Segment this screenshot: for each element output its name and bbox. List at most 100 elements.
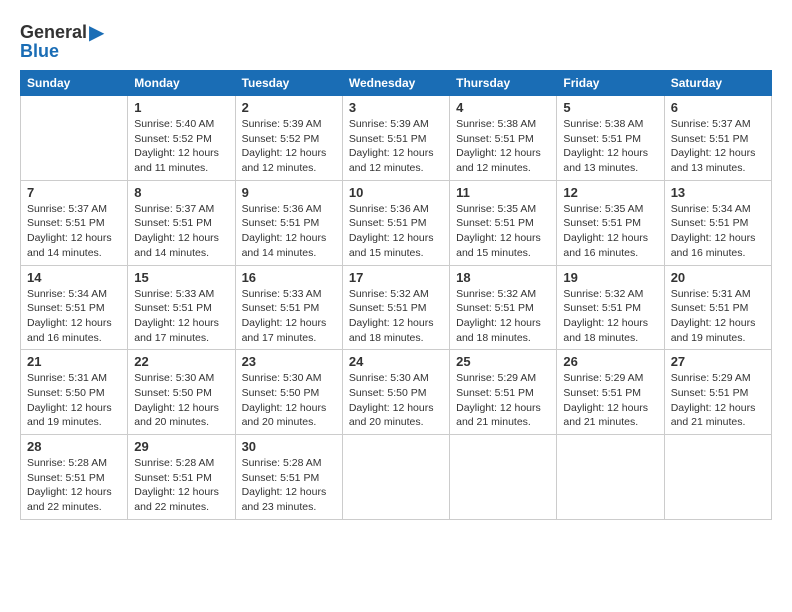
day-info: Sunrise: 5:37 AM Sunset: 5:51 PM Dayligh… [671, 117, 765, 176]
calendar-week-row: 1Sunrise: 5:40 AM Sunset: 5:52 PM Daylig… [21, 96, 772, 181]
calendar-week-row: 7Sunrise: 5:37 AM Sunset: 5:51 PM Daylig… [21, 180, 772, 265]
day-number: 14 [27, 270, 121, 285]
day-number: 28 [27, 439, 121, 454]
day-number: 8 [134, 185, 228, 200]
calendar-week-row: 28 Sunrise: 5:28 AM Sunset: 5:51 PM Dayli… [21, 435, 772, 520]
day-number: 18 [456, 270, 550, 285]
calendar-cell: 25 Sunrise: 5:29 AM Sunset: 5:51 PM Dayli… [450, 350, 557, 435]
day-number: 26 [563, 354, 657, 369]
weekday-header: Tuesday [235, 71, 342, 96]
calendar-cell: 7Sunrise: 5:37 AM Sunset: 5:51 PM Daylig… [21, 180, 128, 265]
day-info: Sunrise: 5:35 AM Sunset: 5:51 PM Dayligh… [563, 202, 657, 261]
calendar-cell: 23 Sunrise: 5:30 AM Sunset: 5:50 PM Dayli… [235, 350, 342, 435]
logo-bird-icon: ▶ [89, 20, 104, 45]
day-number: 21 [27, 354, 121, 369]
calendar-cell: 30 Sunrise: 5:28 AM Sunset: 5:51 PM Dayli… [235, 435, 342, 520]
day-number: 19 [563, 270, 657, 285]
day-info: Sunrise: 5:37 AM Sunset: 5:51 PM Dayligh… [27, 202, 121, 261]
day-info: Sunrise: 5:38 AM Sunset: 5:51 PM Dayligh… [456, 117, 550, 176]
calendar-cell: 11 Sunrise: 5:35 AM Sunset: 5:51 PM Dayli… [450, 180, 557, 265]
calendar-cell: 24 Sunrise: 5:30 AM Sunset: 5:50 PM Dayli… [342, 350, 449, 435]
calendar-header-row: SundayMondayTuesdayWednesdayThursdayFrid… [21, 71, 772, 96]
day-info: Sunrise: 5:35 AM Sunset: 5:51 PM Dayligh… [456, 202, 550, 261]
day-number: 15 [134, 270, 228, 285]
day-info: Sunrise: 5:39 AM Sunset: 5:51 PM Dayligh… [349, 117, 443, 176]
calendar-week-row: 14Sunrise: 5:34 AM Sunset: 5:51 PM Dayli… [21, 265, 772, 350]
logo-general: General [20, 22, 87, 43]
calendar-cell [450, 435, 557, 520]
calendar-cell: 28 Sunrise: 5:28 AM Sunset: 5:51 PM Dayli… [21, 435, 128, 520]
day-info: Sunrise: 5:31 AM Sunset: 5:50 PM Dayligh… [27, 371, 121, 430]
weekday-header: Friday [557, 71, 664, 96]
day-number: 22 [134, 354, 228, 369]
calendar-cell: 16 Sunrise: 5:33 AM Sunset: 5:51 PM Dayli… [235, 265, 342, 350]
day-info: Sunrise: 5:34 AM Sunset: 5:51 PM Dayligh… [671, 202, 765, 261]
calendar-cell [342, 435, 449, 520]
day-info: Sunrise: 5:29 AM Sunset: 5:51 PM Dayligh… [563, 371, 657, 430]
calendar-cell: 22 Sunrise: 5:30 AM Sunset: 5:50 PM Dayli… [128, 350, 235, 435]
day-info: Sunrise: 5:32 AM Sunset: 5:51 PM Dayligh… [563, 287, 657, 346]
calendar-cell: 5 Sunrise: 5:38 AM Sunset: 5:51 PM Daylig… [557, 96, 664, 181]
day-number: 23 [242, 354, 336, 369]
calendar-cell: 9 Sunrise: 5:36 AM Sunset: 5:51 PM Daylig… [235, 180, 342, 265]
calendar-cell: 29 Sunrise: 5:28 AM Sunset: 5:51 PM Dayli… [128, 435, 235, 520]
calendar-cell: 2 Sunrise: 5:39 AM Sunset: 5:52 PM Daylig… [235, 96, 342, 181]
day-info: Sunrise: 5:36 AM Sunset: 5:51 PM Dayligh… [242, 202, 336, 261]
day-number: 30 [242, 439, 336, 454]
day-info: Sunrise: 5:30 AM Sunset: 5:50 PM Dayligh… [349, 371, 443, 430]
logo: General ▶ Blue [20, 20, 104, 62]
day-info: Sunrise: 5:28 AM Sunset: 5:51 PM Dayligh… [242, 456, 336, 515]
calendar-cell: 20 Sunrise: 5:31 AM Sunset: 5:51 PM Dayli… [664, 265, 771, 350]
day-number: 10 [349, 185, 443, 200]
day-number: 13 [671, 185, 765, 200]
calendar-cell: 6 Sunrise: 5:37 AM Sunset: 5:51 PM Daylig… [664, 96, 771, 181]
calendar-cell: 3Sunrise: 5:39 AM Sunset: 5:51 PM Daylig… [342, 96, 449, 181]
calendar-cell: 4 Sunrise: 5:38 AM Sunset: 5:51 PM Daylig… [450, 96, 557, 181]
day-info: Sunrise: 5:30 AM Sunset: 5:50 PM Dayligh… [134, 371, 228, 430]
calendar-cell: 8 Sunrise: 5:37 AM Sunset: 5:51 PM Daylig… [128, 180, 235, 265]
day-info: Sunrise: 5:29 AM Sunset: 5:51 PM Dayligh… [456, 371, 550, 430]
day-info: Sunrise: 5:31 AM Sunset: 5:51 PM Dayligh… [671, 287, 765, 346]
day-info: Sunrise: 5:40 AM Sunset: 5:52 PM Dayligh… [134, 117, 228, 176]
day-info: Sunrise: 5:37 AM Sunset: 5:51 PM Dayligh… [134, 202, 228, 261]
calendar-cell [664, 435, 771, 520]
day-number: 4 [456, 100, 550, 115]
calendar-cell: 17Sunrise: 5:32 AM Sunset: 5:51 PM Dayli… [342, 265, 449, 350]
calendar-cell: 15 Sunrise: 5:33 AM Sunset: 5:51 PM Dayli… [128, 265, 235, 350]
day-number: 11 [456, 185, 550, 200]
weekday-header: Monday [128, 71, 235, 96]
day-info: Sunrise: 5:33 AM Sunset: 5:51 PM Dayligh… [242, 287, 336, 346]
calendar-cell: 18Sunrise: 5:32 AM Sunset: 5:51 PM Dayli… [450, 265, 557, 350]
calendar-cell: 19 Sunrise: 5:32 AM Sunset: 5:51 PM Dayli… [557, 265, 664, 350]
day-number: 9 [242, 185, 336, 200]
day-number: 29 [134, 439, 228, 454]
day-number: 20 [671, 270, 765, 285]
day-info: Sunrise: 5:28 AM Sunset: 5:51 PM Dayligh… [134, 456, 228, 515]
day-number: 12 [563, 185, 657, 200]
weekday-header: Saturday [664, 71, 771, 96]
day-info: Sunrise: 5:36 AM Sunset: 5:51 PM Dayligh… [349, 202, 443, 261]
day-info: Sunrise: 5:39 AM Sunset: 5:52 PM Dayligh… [242, 117, 336, 176]
day-info: Sunrise: 5:30 AM Sunset: 5:50 PM Dayligh… [242, 371, 336, 430]
weekday-header: Wednesday [342, 71, 449, 96]
day-info: Sunrise: 5:32 AM Sunset: 5:51 PM Dayligh… [349, 287, 443, 346]
day-number: 6 [671, 100, 765, 115]
day-number: 24 [349, 354, 443, 369]
day-number: 5 [563, 100, 657, 115]
day-info: Sunrise: 5:28 AM Sunset: 5:51 PM Dayligh… [27, 456, 121, 515]
calendar-cell: 10 Sunrise: 5:36 AM Sunset: 5:51 PM Dayli… [342, 180, 449, 265]
day-number: 25 [456, 354, 550, 369]
day-info: Sunrise: 5:29 AM Sunset: 5:51 PM Dayligh… [671, 371, 765, 430]
day-number: 16 [242, 270, 336, 285]
day-number: 27 [671, 354, 765, 369]
weekday-header: Sunday [21, 71, 128, 96]
calendar-cell: 26 Sunrise: 5:29 AM Sunset: 5:51 PM Dayli… [557, 350, 664, 435]
header: General ▶ Blue [20, 20, 772, 62]
day-number: 2 [242, 100, 336, 115]
calendar-week-row: 21 Sunrise: 5:31 AM Sunset: 5:50 PM Dayli… [21, 350, 772, 435]
calendar-cell: 27 Sunrise: 5:29 AM Sunset: 5:51 PM Dayli… [664, 350, 771, 435]
weekday-header: Thursday [450, 71, 557, 96]
day-info: Sunrise: 5:33 AM Sunset: 5:51 PM Dayligh… [134, 287, 228, 346]
calendar-cell: 21 Sunrise: 5:31 AM Sunset: 5:50 PM Dayli… [21, 350, 128, 435]
day-info: Sunrise: 5:38 AM Sunset: 5:51 PM Dayligh… [563, 117, 657, 176]
